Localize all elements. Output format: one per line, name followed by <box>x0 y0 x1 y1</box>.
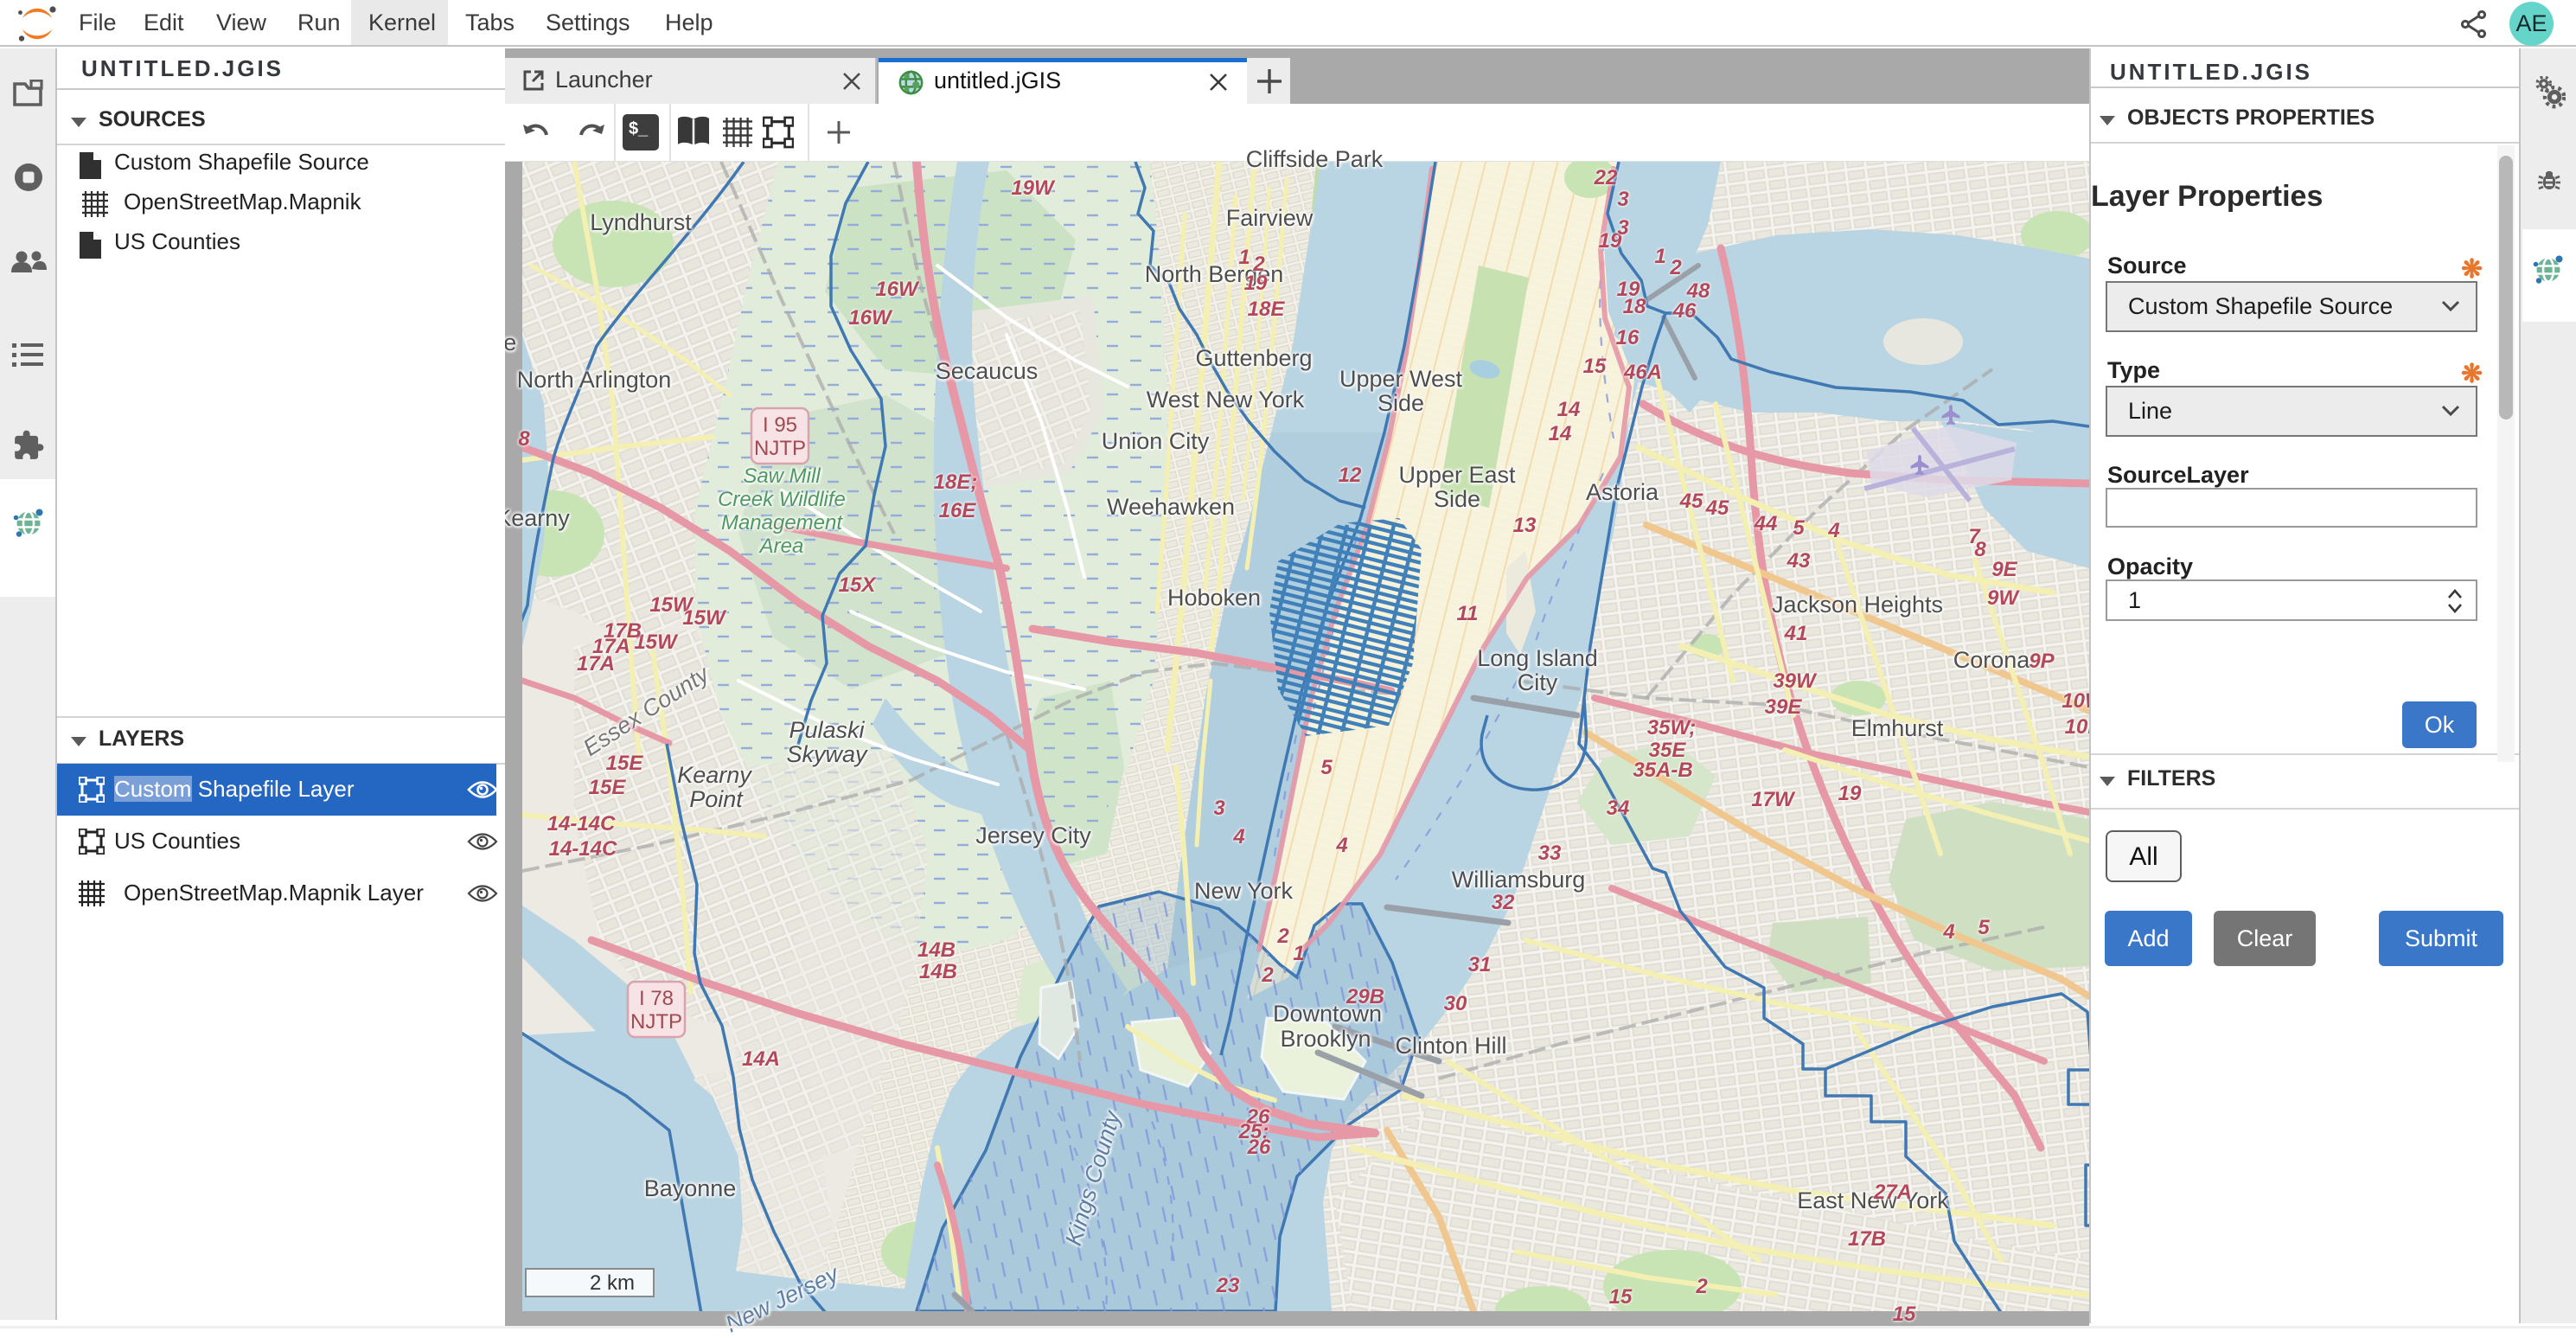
svg-text:I 78: I 78 <box>639 987 674 1010</box>
svg-text:2 km: 2 km <box>590 1271 635 1295</box>
svg-text:I 95: I 95 <box>763 413 797 437</box>
svg-text:NJTP: NJTP <box>630 1010 682 1034</box>
svg-text:NJTP: NJTP <box>754 437 806 460</box>
